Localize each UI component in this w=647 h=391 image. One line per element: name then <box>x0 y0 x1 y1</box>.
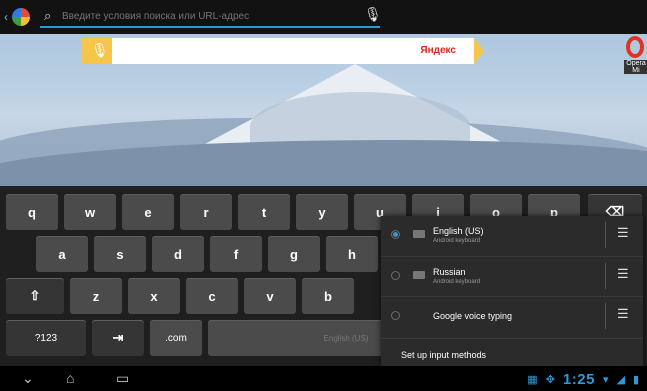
keyboard-icon <box>413 271 425 279</box>
key-f[interactable]: f <box>210 236 262 272</box>
input-method-english[interactable]: English (US) Android keyboard ☰ <box>381 216 643 254</box>
signal-icon: ◢ <box>616 374 625 386</box>
shift-icon: ⇧ <box>29 288 41 303</box>
wifi-icon: ▾ <box>602 374 609 386</box>
key-q[interactable]: q <box>6 194 58 230</box>
tab-icon: ⇥ <box>112 330 124 345</box>
yandex-search-field[interactable]: Яндекс <box>112 38 474 64</box>
setup-input-methods-label: Set up input methods <box>401 350 487 360</box>
radio-unselected-icon[interactable] <box>391 311 400 320</box>
search-icon: ⌕ <box>44 8 52 23</box>
battery-icon: ▮ <box>632 374 639 386</box>
key-y[interactable]: y <box>296 194 348 230</box>
key-c[interactable]: c <box>186 278 238 314</box>
row-divider <box>605 303 606 329</box>
key-g[interactable]: g <box>268 236 320 272</box>
search-bar: ‹ ⌕ 🎙 <box>0 0 647 34</box>
key-r[interactable]: r <box>180 194 232 230</box>
input-method-picker: English (US) Android keyboard ☰ Russian … <box>381 216 643 370</box>
clock: 1:25 <box>562 371 595 388</box>
search-box[interactable]: ⌕ <box>40 6 380 28</box>
symbols-key[interactable]: ?123 <box>6 320 86 356</box>
opera-logo-icon <box>626 36 644 58</box>
dotcom-key[interactable]: .com <box>150 320 202 356</box>
keyboard-notification-icon: ▦ <box>527 374 538 386</box>
back-icon[interactable]: ⌄ <box>22 370 34 387</box>
input-method-subtitle: Android keyboard <box>433 279 481 285</box>
mic-icon: 🎙 <box>91 42 109 58</box>
home-icon[interactable]: ⌂ <box>66 370 74 386</box>
key-h[interactable]: h <box>326 236 378 272</box>
key-t[interactable]: t <box>238 194 290 230</box>
google-logo-icon[interactable] <box>12 8 30 26</box>
tab-key[interactable]: ⇥ <box>92 320 144 356</box>
key-b[interactable]: b <box>302 278 354 314</box>
mic-icon[interactable]: 🎙 <box>364 6 382 23</box>
shift-key[interactable]: ⇧ <box>6 278 64 314</box>
key-z[interactable]: z <box>70 278 122 314</box>
input-method-russian[interactable]: Russian Android keyboard ☰ <box>381 256 643 294</box>
key-w[interactable]: w <box>64 194 116 230</box>
usb-icon: ✥ <box>545 374 555 386</box>
key-v[interactable]: v <box>244 278 296 314</box>
settings-sliders-icon[interactable]: ☰ <box>617 267 629 280</box>
row-divider <box>605 263 606 289</box>
input-method-voice[interactable]: Google voice typing ☰ <box>381 296 643 334</box>
yandex-search-arrow[interactable] <box>474 38 484 64</box>
input-method-subtitle: Android keyboard <box>433 238 481 244</box>
status-area[interactable]: ▦ ✥ 1:25 ▾ ◢ ▮ <box>527 371 639 388</box>
key-s[interactable]: s <box>94 236 146 272</box>
key-x[interactable]: x <box>128 278 180 314</box>
opera-app-label: Opera Mi <box>624 60 647 74</box>
yandex-mic-button[interactable]: 🎙 <box>82 38 112 64</box>
row-divider <box>605 222 606 248</box>
back-chevron-icon[interactable]: ‹ <box>4 10 8 24</box>
yandex-search-widget[interactable]: 🎙 Яндекс <box>82 38 484 64</box>
yandex-logo: Яндекс <box>420 45 456 56</box>
radio-selected-icon[interactable] <box>391 230 400 239</box>
search-input[interactable] <box>62 8 362 24</box>
settings-sliders-icon[interactable]: ☰ <box>617 307 629 320</box>
radio-unselected-icon[interactable] <box>391 271 400 280</box>
recent-apps-icon[interactable]: ▭ <box>116 370 129 387</box>
key-e[interactable]: e <box>122 194 174 230</box>
keyboard-icon <box>413 230 425 238</box>
key-a[interactable]: a <box>36 236 88 272</box>
settings-sliders-icon[interactable]: ☰ <box>617 226 629 239</box>
input-method-title: Russian <box>433 267 466 277</box>
input-method-title: English (US) <box>433 226 484 236</box>
key-d[interactable]: d <box>152 236 204 272</box>
input-method-title: Google voice typing <box>433 311 513 321</box>
system-navigation-bar: ⌄ ⌂ ▭ ▦ ✥ 1:25 ▾ ◢ ▮ <box>0 366 647 391</box>
opera-mini-app-icon[interactable]: Opera Mi <box>624 36 647 74</box>
